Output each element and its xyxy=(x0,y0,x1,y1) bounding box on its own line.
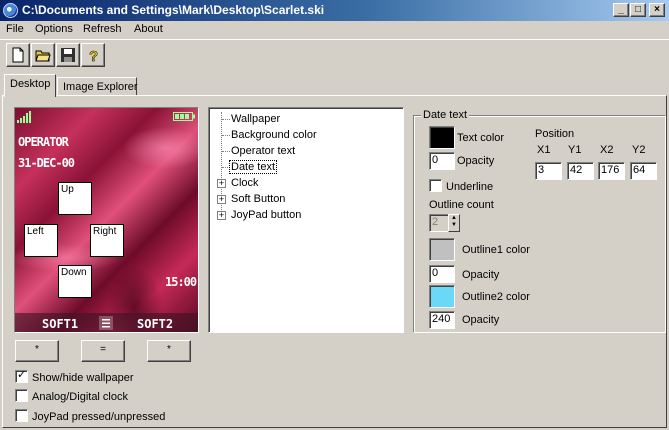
soft1-label: SOFT1 xyxy=(42,317,79,331)
joypad-down[interactable]: Down xyxy=(58,265,92,298)
menu-about[interactable]: About xyxy=(134,23,163,35)
text-color-label: Text color xyxy=(457,132,505,144)
tab-image-explorer[interactable]: Image Explorer xyxy=(57,77,138,97)
tree-item-wallpaper[interactable]: Wallpaper xyxy=(231,112,280,127)
date-text: 31-DEC-00 xyxy=(18,156,75,170)
expand-icon[interactable]: + xyxy=(217,211,226,220)
menu-icon xyxy=(99,316,113,330)
save-icon xyxy=(61,48,75,62)
analog-digital-clock-checkbox[interactable]: Analog/Digital clock xyxy=(15,389,128,403)
window-title: C:\Documents and Settings\Mark\Desktop\S… xyxy=(22,3,325,17)
new-button[interactable] xyxy=(6,43,30,67)
outline2-opacity-input[interactable]: 240 xyxy=(429,311,455,329)
checkbox-label: Analog/Digital clock xyxy=(32,391,128,403)
expand-icon[interactable]: + xyxy=(217,195,226,204)
menu-options[interactable]: Options xyxy=(35,23,73,35)
tree-item-date-text[interactable]: Date text xyxy=(229,160,278,175)
title-bar: C:\Documents and Settings\Mark\Desktop\S… xyxy=(0,0,669,21)
checkbox-box[interactable] xyxy=(15,389,28,402)
phone-preview[interactable]: OPERATOR 31-DEC-00 Up Left Right Down 15… xyxy=(14,107,199,333)
minimize-button[interactable]: _ xyxy=(613,3,629,17)
opacity-label: Opacity xyxy=(457,155,495,167)
operator-text: OPERATOR xyxy=(18,135,69,149)
tree-connector xyxy=(222,119,230,120)
element-tree[interactable]: Wallpaper Background color Operator text… xyxy=(208,107,404,333)
y1-header: Y1 xyxy=(568,144,582,156)
tree-connector xyxy=(222,151,230,152)
left-soft-button[interactable]: * xyxy=(15,340,59,362)
toolbar: ? xyxy=(0,39,669,71)
battery-icon xyxy=(173,112,195,121)
tree-item-background-color[interactable]: Background color xyxy=(231,128,317,143)
outline2-color-swatch[interactable] xyxy=(429,285,455,308)
menu-refresh[interactable]: Refresh xyxy=(83,23,122,35)
help-button[interactable]: ? xyxy=(81,43,105,67)
y1-input[interactable]: 42 xyxy=(567,162,594,180)
tab-desktop[interactable]: Desktop xyxy=(4,74,56,97)
save-button[interactable] xyxy=(56,43,80,67)
checkbox-label: Show/hide wallpaper xyxy=(32,372,134,384)
opacity-input[interactable]: 0 xyxy=(429,152,455,170)
app-icon xyxy=(3,3,18,18)
y2-input[interactable]: 64 xyxy=(630,162,657,180)
right-soft-button[interactable]: * xyxy=(147,340,191,362)
outline-count-input[interactable]: 2 xyxy=(429,214,449,232)
close-button[interactable]: × xyxy=(649,3,665,17)
outline2-color-label: Outline2 color xyxy=(462,291,530,303)
outline-count-label: Outline count xyxy=(429,199,494,211)
checkbox-box[interactable] xyxy=(15,409,28,422)
checkbox-box[interactable] xyxy=(429,179,442,192)
joypad-left[interactable]: Left xyxy=(24,224,58,257)
checkbox-label: JoyPad pressed/unpressed xyxy=(32,411,166,423)
menu-soft-button[interactable]: = xyxy=(81,340,125,362)
show-wallpaper-checkbox[interactable]: ✓ Show/hide wallpaper xyxy=(15,369,134,384)
x2-header: X2 xyxy=(600,144,614,156)
joypad-pressed-checkbox[interactable]: JoyPad pressed/unpressed xyxy=(15,409,165,423)
soft2-label: SOFT2 xyxy=(137,317,174,331)
svg-text:?: ? xyxy=(89,48,98,63)
signal-icon xyxy=(17,111,31,123)
position-label: Position xyxy=(535,128,575,140)
open-folder-icon xyxy=(35,50,51,62)
outline-count-spinner[interactable]: ▲ ▼ xyxy=(448,214,460,232)
outline2-opacity-label: Opacity xyxy=(462,314,500,326)
x1-input[interactable]: 3 xyxy=(535,162,562,180)
menu-file[interactable]: File xyxy=(6,23,24,35)
new-icon xyxy=(12,47,24,63)
outline1-opacity-input[interactable]: 0 xyxy=(429,265,455,283)
underline-label: Underline xyxy=(446,181,494,193)
text-color-swatch[interactable] xyxy=(429,126,455,149)
soft-key-bar: SOFT1 SOFT2 xyxy=(15,313,198,332)
checkbox-box[interactable]: ✓ xyxy=(15,369,28,383)
x1-header: X1 xyxy=(537,144,551,156)
y2-header: Y2 xyxy=(632,144,646,156)
clock-text: 15:00 xyxy=(165,275,197,289)
x2-input[interactable]: 176 xyxy=(598,162,625,180)
open-button[interactable] xyxy=(31,43,55,67)
outline1-color-label: Outline1 color xyxy=(462,244,530,256)
expand-icon[interactable]: + xyxy=(217,179,226,188)
outline1-opacity-label: Opacity xyxy=(462,269,500,281)
group-title: Date text xyxy=(421,109,470,121)
menu-bar: File Options Refresh About xyxy=(0,21,669,39)
tree-item-clock[interactable]: Clock xyxy=(231,176,259,191)
tree-connector xyxy=(222,135,230,136)
joypad-up[interactable]: Up xyxy=(58,182,92,215)
check-mark-icon: ✓ xyxy=(17,369,27,381)
tree-item-operator-text[interactable]: Operator text xyxy=(231,144,295,159)
tree-item-joypad-button[interactable]: JoyPad button xyxy=(231,208,301,223)
underline-checkbox[interactable]: Underline xyxy=(429,179,493,193)
outline1-color-swatch[interactable] xyxy=(429,238,455,261)
tree-item-soft-button[interactable]: Soft Button xyxy=(231,192,285,207)
maximize-button[interactable]: □ xyxy=(630,3,646,17)
joypad-right[interactable]: Right xyxy=(90,224,124,257)
help-icon: ? xyxy=(89,48,99,63)
